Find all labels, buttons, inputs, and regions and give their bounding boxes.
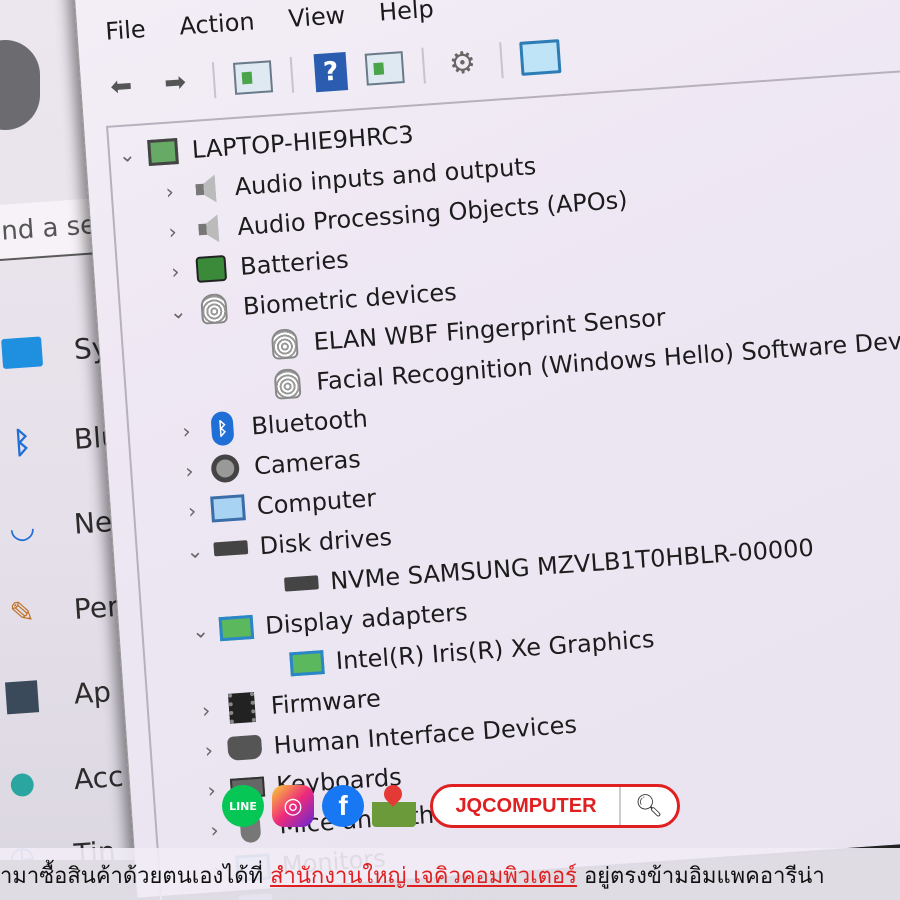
toolbar-divider <box>421 47 426 84</box>
chevron-right-icon <box>258 665 284 667</box>
battery-icon <box>193 251 229 287</box>
social-bar: LINE ◎ f JQCOMPUTER 🔍︎ <box>222 784 680 828</box>
tree-item-label: Computer <box>255 484 377 521</box>
fingerprint-icon <box>196 291 232 327</box>
brand-search-pill[interactable]: JQCOMPUTER 🔍︎ <box>430 784 680 828</box>
fingerprint-icon <box>267 326 303 362</box>
menu-file[interactable]: File <box>105 15 147 46</box>
disk-icon <box>283 565 319 601</box>
instagram-icon[interactable]: ◎ <box>272 785 314 827</box>
bluetooth-icon: ᛒ <box>204 410 240 447</box>
chevron-right-icon[interactable]: › <box>192 698 220 724</box>
chevron-right-icon[interactable]: › <box>173 418 201 444</box>
bluetooth-icon: ᛒ <box>11 424 33 461</box>
computer-icon <box>210 490 246 526</box>
tree-item-label: Disk drives <box>258 523 393 561</box>
help-icon[interactable]: ? <box>310 51 353 94</box>
device-tree: ⌄ LAPTOP-HIE9HRC3 › Audio inputs and output… <box>106 65 900 900</box>
chevron-right-icon[interactable]: › <box>156 179 184 205</box>
menu-bar: File Action View Help <box>105 0 435 46</box>
settings-item-apps[interactable]: Ap <box>0 671 112 719</box>
monitor-icon <box>0 331 45 374</box>
chevron-down-icon[interactable]: ⌄ <box>164 298 192 324</box>
chevron-right-icon[interactable]: › <box>162 259 190 285</box>
settings-item-label: Ap <box>72 674 112 711</box>
chevron-down-icon[interactable]: ⌄ <box>187 618 215 644</box>
chevron-right-icon <box>239 386 265 388</box>
back-icon[interactable]: ⬅ <box>100 65 143 108</box>
settings-item-label: Acc <box>72 759 125 796</box>
settings-item-accounts[interactable]: ● Acc <box>0 756 125 805</box>
chevron-right-icon[interactable]: › <box>159 219 187 245</box>
chevron-right-icon[interactable]: › <box>176 458 204 484</box>
hid-icon <box>226 730 263 766</box>
tree-item-label: Firmware <box>269 684 382 720</box>
settings-item-label: Ne <box>72 504 114 541</box>
disk-icon <box>213 530 249 566</box>
tree-item-label: Bluetooth <box>250 404 369 441</box>
promo-banner: ามาซื้อสินค้าด้วยตนเองได้ที่ สำนักงานใหญ… <box>0 848 900 900</box>
toolbar: ⬅ ➡ ? ⚙ <box>100 36 562 108</box>
speaker-icon <box>190 211 226 247</box>
chevron-down-icon[interactable]: ⌄ <box>181 538 209 564</box>
menu-action[interactable]: Action <box>179 7 256 40</box>
avatar <box>0 40 40 130</box>
device-manager-window: File Action View Help ⬅ ➡ ? ⚙ ⌄ LAPTOP-HI… <box>70 0 900 900</box>
facebook-icon[interactable]: f <box>322 785 364 827</box>
menu-view[interactable]: View <box>287 1 346 33</box>
settings-item-bluetooth[interactable]: ᛒ Blu <box>0 416 120 464</box>
chevron-right-icon <box>236 346 262 348</box>
tree-item-label: Cameras <box>253 445 362 481</box>
speaker-icon <box>188 171 224 207</box>
brush-icon: ✎ <box>8 594 36 631</box>
properties-icon[interactable] <box>232 56 275 99</box>
wifi-icon: ◡ <box>7 509 37 546</box>
settings-item-network[interactable]: ◡ Ne <box>0 501 113 549</box>
camera-icon <box>207 450 243 486</box>
search-icon[interactable]: 🔍︎ <box>619 787 677 825</box>
display-adapter-icon <box>289 645 325 681</box>
line-icon[interactable]: LINE <box>222 785 264 827</box>
menu-help[interactable]: Help <box>378 0 435 27</box>
brand-name: JQCOMPUTER <box>455 794 597 817</box>
display-adapter-icon <box>218 610 255 646</box>
chevron-right-icon[interactable]: › <box>195 737 223 763</box>
chevron-right-icon <box>253 585 279 587</box>
banner-text-suffix: อยู่ตรงข้ามอิมแพคอารีน่า <box>576 864 825 889</box>
person-icon: ● <box>7 764 37 802</box>
settings-item-personalization[interactable]: ✎ Per <box>0 586 120 634</box>
scan-hardware-icon[interactable] <box>519 36 562 79</box>
chip-icon <box>224 690 260 726</box>
apps-icon <box>0 676 45 719</box>
computer-root-icon <box>145 134 181 170</box>
fingerprint-icon <box>269 366 305 402</box>
chevron-right-icon[interactable]: › <box>178 498 206 524</box>
settings-item-label: Per <box>72 589 120 626</box>
show-hide-icon[interactable] <box>363 47 406 90</box>
update-driver-icon[interactable]: ⚙ <box>441 42 484 85</box>
forward-icon[interactable]: ➡ <box>154 62 197 105</box>
map-pin-icon[interactable] <box>372 785 416 827</box>
toolbar-divider <box>289 56 295 93</box>
toolbar-divider <box>211 62 217 99</box>
banner-link[interactable]: สำนักงานใหญ่ เจคิวคอมพิวเตอร์ <box>270 864 577 889</box>
tree-item-label: Batteries <box>239 245 350 281</box>
chevron-down-icon[interactable]: ⌄ <box>113 142 141 168</box>
toolbar-divider <box>499 42 504 79</box>
banner-text-prefix: ามาซื้อสินค้าด้วยตนเองได้ที่ <box>0 864 271 889</box>
